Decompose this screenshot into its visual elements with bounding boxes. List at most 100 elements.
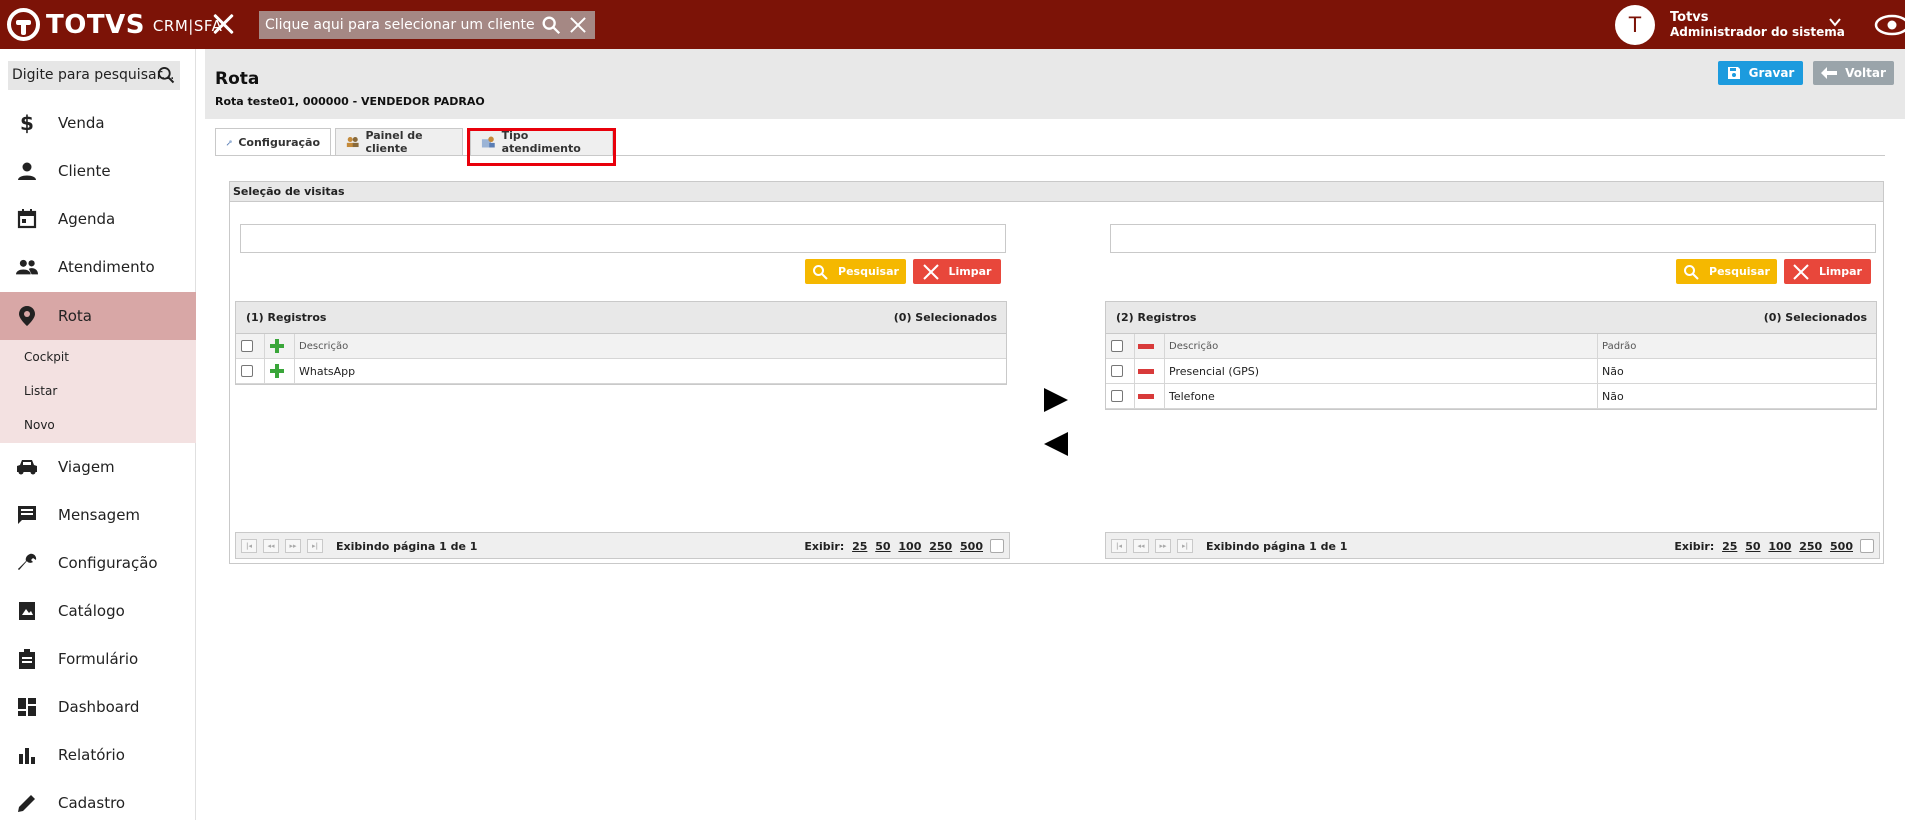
search-icon[interactable] <box>540 14 562 36</box>
table-row[interactable]: WhatsApp <box>236 359 1006 384</box>
sidebar-item-viagem[interactable]: Viagem <box>0 443 196 491</box>
floppy-disk-icon <box>1727 67 1740 79</box>
row-checkbox[interactable] <box>241 365 253 377</box>
remove-icon[interactable] <box>1138 368 1154 374</box>
page-size-option[interactable]: 500 <box>1830 540 1853 553</box>
sidebar-item-label: Cadastro <box>58 794 126 812</box>
prev-page-button[interactable]: ◂◂ <box>1133 539 1149 553</box>
tab-label: Painel de cliente <box>365 129 423 155</box>
page-size-option[interactable]: 100 <box>1768 540 1791 553</box>
table-header: Descrição <box>236 334 1006 359</box>
sidebar-item-label: Atendimento <box>58 258 155 276</box>
sidebar-item-configuracao[interactable]: Configuração <box>0 539 196 587</box>
pencil-icon <box>16 792 38 814</box>
page-size-option[interactable]: 250 <box>929 540 952 553</box>
left-clear-button[interactable]: Limpar <box>913 259 1001 284</box>
page-size-option[interactable]: 50 <box>875 540 890 553</box>
sidebar-item-label: Venda <box>58 114 105 132</box>
move-right-icon[interactable] <box>1044 388 1068 412</box>
next-page-button[interactable]: ▸▸ <box>285 539 301 553</box>
add-all-icon[interactable] <box>270 339 284 353</box>
column-header-descricao[interactable]: Descrição <box>1169 341 1218 352</box>
remove-icon[interactable] <box>1138 393 1154 399</box>
sidebar-item-label: Mensagem <box>58 506 141 524</box>
table-row[interactable]: Presencial (GPS) Não <box>1106 359 1876 384</box>
page-size-option[interactable]: 50 <box>1745 540 1760 553</box>
totvs-logo-icon <box>7 8 40 41</box>
add-icon[interactable] <box>270 364 284 378</box>
user-name[interactable]: Totvs <box>1670 10 1709 25</box>
back-button[interactable]: Voltar <box>1813 61 1894 85</box>
next-page-button[interactable]: ▸▸ <box>1155 539 1171 553</box>
move-left-icon[interactable] <box>1044 432 1068 456</box>
sidebar-search-input[interactable]: Digite para pesquisar... <box>8 61 180 90</box>
panel-title: Seleção de visitas <box>230 182 1883 202</box>
page-size-option[interactable]: 500 <box>960 540 983 553</box>
submenu-item-novo[interactable]: Novo <box>24 418 55 432</box>
submenu-item-listar[interactable]: Listar <box>24 384 57 398</box>
dashboard-icon <box>16 696 38 718</box>
sidebar-item-mensagem[interactable]: Mensagem <box>0 491 196 539</box>
remove-all-icon[interactable] <box>1138 343 1154 349</box>
last-page-button[interactable]: ▸| <box>307 539 323 553</box>
submenu-item-cockpit[interactable]: Cockpit <box>24 350 69 364</box>
row-checkbox[interactable] <box>1111 365 1123 377</box>
table-row[interactable]: Telefone Não <box>1106 384 1876 409</box>
page-size-option[interactable]: 25 <box>852 540 867 553</box>
sidebar: Digite para pesquisar... $ Venda Cliente… <box>0 49 196 820</box>
eye-icon[interactable] <box>1872 14 1905 36</box>
first-page-button[interactable]: |◂ <box>1111 539 1127 553</box>
totvs-logo[interactable]: TOTVS CRM|SFA <box>7 8 222 41</box>
sidebar-item-agenda[interactable]: Agenda <box>0 195 196 243</box>
last-page-button[interactable]: ▸| <box>1177 539 1193 553</box>
right-filter-input[interactable] <box>1110 224 1876 253</box>
right-clear-button[interactable]: Limpar <box>1784 259 1871 284</box>
save-button[interactable]: Gravar <box>1718 61 1803 85</box>
column-header-descricao[interactable]: Descrição <box>299 341 348 352</box>
left-search-button[interactable]: Pesquisar <box>805 259 906 284</box>
clear-client-icon[interactable] <box>568 15 588 35</box>
sidebar-item-catalogo[interactable]: Catálogo <box>0 587 196 635</box>
page-size-option[interactable]: 25 <box>1722 540 1737 553</box>
right-pager: |◂ ◂◂ ▸▸ ▸| Exibindo página 1 de 1 Exibi… <box>1105 532 1880 559</box>
tab-painel-de-cliente[interactable]: Painel de cliente <box>335 128 463 155</box>
prev-page-button[interactable]: ◂◂ <box>263 539 279 553</box>
right-search-button[interactable]: Pesquisar <box>1676 259 1777 284</box>
avatar[interactable]: T <box>1615 5 1655 45</box>
column-header-padrao[interactable]: Padrão <box>1602 341 1636 352</box>
search-icon <box>813 264 828 280</box>
page-size-option[interactable]: 100 <box>898 540 921 553</box>
sidebar-item-relatorio[interactable]: Relatório <box>0 731 196 779</box>
sidebar-item-atendimento[interactable]: Atendimento <box>0 243 196 291</box>
sidebar-item-venda[interactable]: $ Venda <box>0 99 196 147</box>
select-all-checkbox[interactable] <box>241 340 253 352</box>
lightbulb-icon[interactable] <box>1860 539 1874 553</box>
sidebar-item-label: Relatório <box>58 746 125 764</box>
client-selector-placeholder: Clique aqui para selecionar um cliente <box>265 17 535 33</box>
sidebar-item-label: Viagem <box>58 458 115 476</box>
sidebar-item-label: Rota <box>58 307 92 325</box>
select-all-checkbox[interactable] <box>1111 340 1123 352</box>
first-page-button[interactable]: |◂ <box>241 539 257 553</box>
row-description: Presencial (GPS) <box>1169 364 1260 378</box>
car-icon <box>16 456 38 478</box>
chevron-down-icon[interactable] <box>1829 16 1841 28</box>
sidebar-item-formulario[interactable]: Formulário <box>0 635 196 683</box>
sidebar-item-cliente[interactable]: Cliente <box>0 147 196 195</box>
sidebar-item-dashboard[interactable]: Dashboard <box>0 683 196 731</box>
row-default: Não <box>1602 389 1624 403</box>
page-header: Rota Rota teste01, 000000 - VENDEDOR PAD… <box>205 49 1905 119</box>
search-icon[interactable] <box>156 65 176 85</box>
close-menu-icon[interactable] <box>210 11 236 37</box>
page-size-option[interactable]: 250 <box>1799 540 1822 553</box>
lightbulb-icon[interactable] <box>990 539 1004 553</box>
sidebar-item-label: Agenda <box>58 210 116 228</box>
sidebar-item-label: Catálogo <box>58 602 125 620</box>
sidebar-item-cadastro[interactable]: Cadastro <box>0 779 196 820</box>
sidebar-item-rota[interactable]: Rota <box>0 292 196 340</box>
left-filter-input[interactable] <box>240 224 1006 253</box>
client-selector[interactable]: Clique aqui para selecionar um cliente <box>259 11 595 39</box>
row-checkbox[interactable] <box>1111 390 1123 402</box>
top-bar: TOTVS CRM|SFA Clique aqui para seleciona… <box>0 0 1905 49</box>
tab-configuracao[interactable]: Configuração <box>215 128 331 156</box>
